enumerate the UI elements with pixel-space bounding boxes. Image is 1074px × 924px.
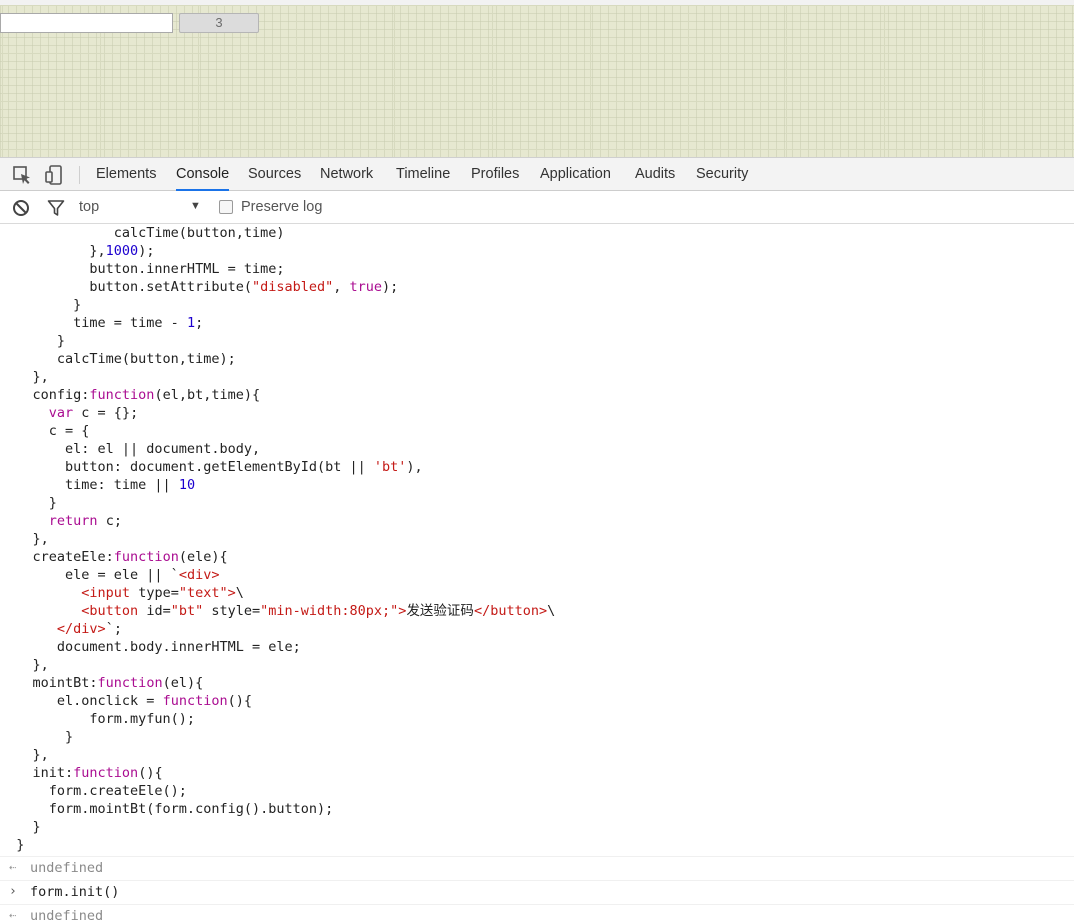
code-line: form.myfun(); [0,711,196,727]
text-input[interactable] [0,13,173,33]
code-line: time = time - 1; [0,315,204,331]
code-line: c = { [0,423,90,439]
tab-elements[interactable]: Elements [96,158,156,191]
code-line: button.setAttribute("disabled", true); [0,279,399,295]
console-result-text: undefined [30,908,104,924]
code-line: el.onclick = function(){ [0,693,252,709]
code-line: },1000); [0,243,155,259]
tab-audits[interactable]: Audits [635,158,675,191]
code-line: </div>`; [56,621,122,637]
devtools-tabbar: Elements Console Sources Network Timelin… [0,157,1074,191]
code-line: }, [0,657,49,673]
code-line: } [0,819,41,835]
code-line: form.mointBt(form.config().button); [0,801,334,817]
console-result-row: ⇠ undefined [0,856,1074,880]
code-line: }, [0,747,49,763]
code-line: button: document.getElementById(bt || 'b… [0,459,423,475]
inspect-element-icon[interactable] [12,165,32,185]
device-toolbar-icon[interactable] [44,165,64,185]
code-line: config:function(el,bt,time){ [0,387,261,403]
code-line: createEle:function(ele){ [0,549,228,565]
code-line: <input type="text">\ [81,585,244,601]
dropdown-arrow-icon[interactable]: ▼ [190,200,201,212]
input-prompt-icon: › [9,884,17,899]
preserve-log-checkbox[interactable] [219,200,233,214]
context-selector[interactable]: top [79,199,99,215]
console-output: calcTime(button,time) },1000); button.in… [0,224,1074,924]
console-result-text: undefined [30,860,104,876]
code-line: <button id="bt" style="min-width:80px;">… [81,603,556,619]
tab-network[interactable]: Network [320,158,373,191]
filter-icon[interactable] [47,199,65,217]
code-line: document.body.innerHTML = ele; [0,639,301,655]
toolbar-divider [79,166,80,184]
tab-security[interactable]: Security [696,158,748,191]
console-input-text: form.init() [30,884,120,900]
code-line: var c = {}; [48,405,139,421]
code-line: calcTime(button,time); [0,351,236,367]
console-toolbar: top ▼ Preserve log [0,191,1074,224]
code-line: }, [0,369,49,385]
tab-application[interactable]: Application [540,158,611,191]
code-line: } [0,837,25,853]
code-line: } [0,495,57,511]
code-line: form.createEle(); [0,783,187,799]
send-code-button[interactable]: 3 [179,13,259,33]
code-line: } [0,729,74,745]
console-result-row: ⇠ undefined [0,904,1074,924]
code-line: }, [0,531,49,547]
code-line: mointBt:function(el){ [0,675,204,691]
code-line: init:function(){ [0,765,163,781]
code-line: ele = ele || `<div> [0,567,220,583]
tab-sources[interactable]: Sources [248,158,301,191]
code-line: button.innerHTML = time; [0,261,285,277]
code-line: } [0,333,66,349]
result-arrow-icon: ⇠ [9,860,17,874]
code-line: time: time || 10 [0,477,196,493]
result-arrow-icon: ⇠ [9,908,17,922]
code-line: calcTime(button,time) [0,225,285,241]
clear-console-icon[interactable] [12,199,30,217]
preserve-log-label[interactable]: Preserve log [241,199,322,215]
code-line: el: el || document.body, [0,441,261,457]
code-line: return c; [48,513,122,529]
tab-console[interactable]: Console [176,158,230,191]
tab-profiles[interactable]: Profiles [471,158,519,191]
console-input-row: › form.init() [0,880,1074,904]
tab-timeline[interactable]: Timeline [396,158,450,191]
code-line: } [0,297,82,313]
page-viewport: 3 [0,0,1074,157]
